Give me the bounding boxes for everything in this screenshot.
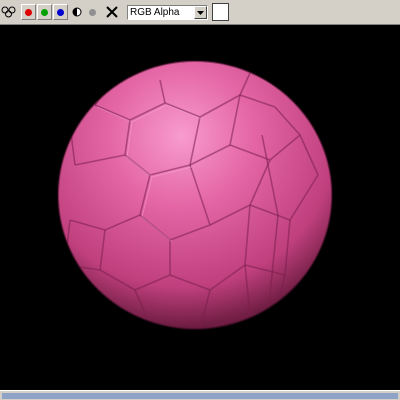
monochrome-button[interactable] [69, 4, 84, 20]
chevron-down-icon[interactable] [194, 6, 207, 19]
rendered-sphere-image [57, 60, 333, 330]
green-channel-icon [41, 8, 48, 16]
render-toolbar: RGB Alpha [0, 0, 400, 25]
blue-channel-button[interactable] [53, 4, 68, 20]
clear-icon[interactable] [104, 4, 120, 20]
render-viewport [0, 25, 400, 390]
blue-channel-icon [57, 8, 64, 16]
color-swatch[interactable] [212, 3, 229, 21]
alpha-channel-button[interactable] [85, 4, 100, 20]
red-channel-icon [25, 8, 32, 16]
clone-icon[interactable] [0, 3, 18, 21]
red-channel-button[interactable] [21, 4, 36, 20]
monochrome-icon [72, 7, 81, 17]
status-bar [0, 390, 400, 400]
horizontal-scrollbar[interactable] [2, 393, 398, 399]
channel-select-value: RGB Alpha [130, 7, 180, 18]
green-channel-button[interactable] [37, 4, 52, 20]
alpha-icon [89, 8, 96, 16]
channel-select[interactable]: RGB Alpha [127, 5, 208, 20]
